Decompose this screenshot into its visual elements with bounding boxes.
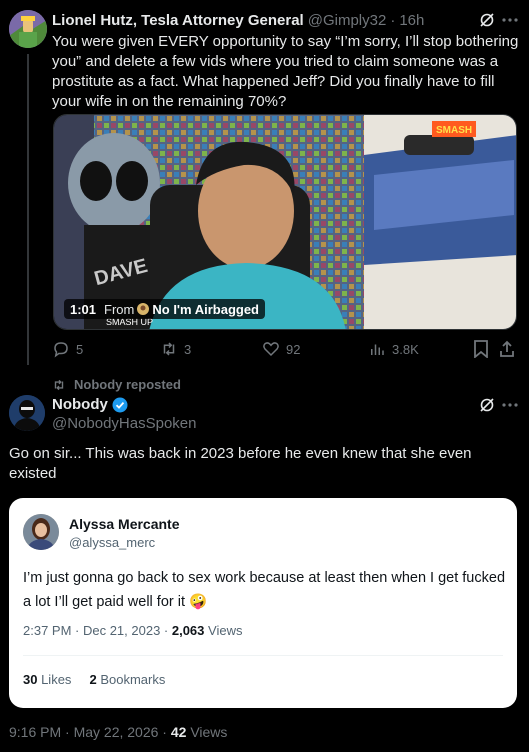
avatar-image <box>23 514 59 550</box>
post-text: Go on sir... This was back in 2023 befor… <box>9 445 472 482</box>
like-count: 92 <box>286 341 301 357</box>
views-icon <box>371 344 384 355</box>
bookmark-icon <box>474 340 488 358</box>
repost-note-text: Nobody reposted <box>74 377 181 392</box>
quoted-likes-label: Likes <box>37 672 72 687</box>
more-icon <box>502 18 518 22</box>
share-icon <box>500 340 514 357</box>
video-source-name[interactable]: No I'm Airbagged <box>152 302 259 317</box>
reply-action[interactable]: 5 <box>52 340 83 358</box>
repost-action[interactable]: 3 <box>160 340 191 358</box>
quoted-views-count: 2,063 <box>171 623 205 638</box>
quoted-divider <box>23 655 503 656</box>
separator-dot: · <box>390 12 396 29</box>
repost-icon <box>54 379 64 390</box>
source-avatar-icon <box>137 303 150 315</box>
author-handle[interactable]: @Gimply32 <box>308 12 387 29</box>
avatar-image <box>9 10 47 48</box>
bookmark-button[interactable] <box>472 340 490 358</box>
avatar-image <box>9 395 45 431</box>
more-icon <box>502 403 518 407</box>
quoted-post-stats: 30 Likes 2 Bookmarks <box>23 672 165 687</box>
quoted-post-meta: 2:37 PM · Dec 21, 2023 · 2,063 Views <box>23 623 242 638</box>
heart-icon <box>263 342 279 357</box>
quoted-post-text: I’m just gonna go back to sex work becau… <box>23 570 506 610</box>
video-thumbnail: SMASH DAVE SMASH UP <box>54 115 516 329</box>
post-timestamp[interactable]: 9:16 PM · May 22, 2026 · <box>9 724 171 740</box>
quoted-bookmarks-label: Bookmarks <box>96 672 166 687</box>
post-handle-line: @NobodyHasSpoken <box>52 415 196 432</box>
video-duration: 1:01 <box>70 301 97 317</box>
views-action[interactable]: 3.8K <box>368 340 419 358</box>
post-time[interactable]: 16h <box>399 12 424 29</box>
author-avatar[interactable] <box>9 10 47 48</box>
verified-badge-icon <box>112 397 128 412</box>
post-text: You were given EVERY opportunity to say … <box>52 33 519 110</box>
reply-icon <box>54 342 68 358</box>
sign-text: SMASH <box>436 125 472 136</box>
quoted-post-card[interactable]: Alyssa Mercante @alyssa_merc I’m just go… <box>9 498 517 708</box>
quoted-bookmarks-count: 2 <box>89 672 97 687</box>
author-name[interactable]: Lionel Hutz, Tesla Attorney General <box>52 12 304 29</box>
repost-count: 3 <box>184 341 192 357</box>
author-handle[interactable]: @NobodyHasSpoken <box>52 415 196 432</box>
video-source-label: 1:01 From No I'm Airbagged <box>64 299 265 319</box>
more-button[interactable] <box>500 11 520 29</box>
post-footer-meta: 9:16 PM · May 22, 2026 · 42 Views <box>9 724 227 740</box>
quoted-views-label: Views <box>204 623 243 638</box>
quoted-author-avatar[interactable] <box>23 514 59 550</box>
reply-count: 5 <box>76 341 84 357</box>
grok-button[interactable] <box>478 11 496 29</box>
more-button[interactable] <box>500 396 520 414</box>
footer-views-count: 42 <box>170 724 187 740</box>
views-count: 3.8K <box>392 341 419 357</box>
quoted-author-handle[interactable]: @alyssa_merc <box>69 535 155 550</box>
video-from-label: From <box>104 301 135 317</box>
quoted-post-time: 2:37 PM · Dec 21, 2023 · <box>23 623 172 638</box>
grok-icon <box>480 398 494 412</box>
repost-note[interactable]: Nobody reposted <box>52 377 181 392</box>
thread-line <box>27 54 29 365</box>
grok-button[interactable] <box>478 396 496 414</box>
author-avatar[interactable] <box>9 395 45 431</box>
share-button[interactable] <box>498 340 516 358</box>
repost-icon <box>163 342 175 356</box>
like-action[interactable]: 92 <box>262 340 300 358</box>
footer-views-label: Views <box>186 724 228 740</box>
grok-icon <box>480 13 494 27</box>
post-header: Nobody <box>52 396 128 413</box>
quoted-likes-count: 30 <box>23 672 38 687</box>
author-name[interactable]: Nobody <box>52 396 108 413</box>
video-player[interactable]: SMASH DAVE SMASH UP <box>53 114 517 330</box>
post-header: Lionel Hutz, Tesla Attorney General @Gim… <box>52 12 424 29</box>
quoted-author-name[interactable]: Alyssa Mercante <box>69 516 180 532</box>
